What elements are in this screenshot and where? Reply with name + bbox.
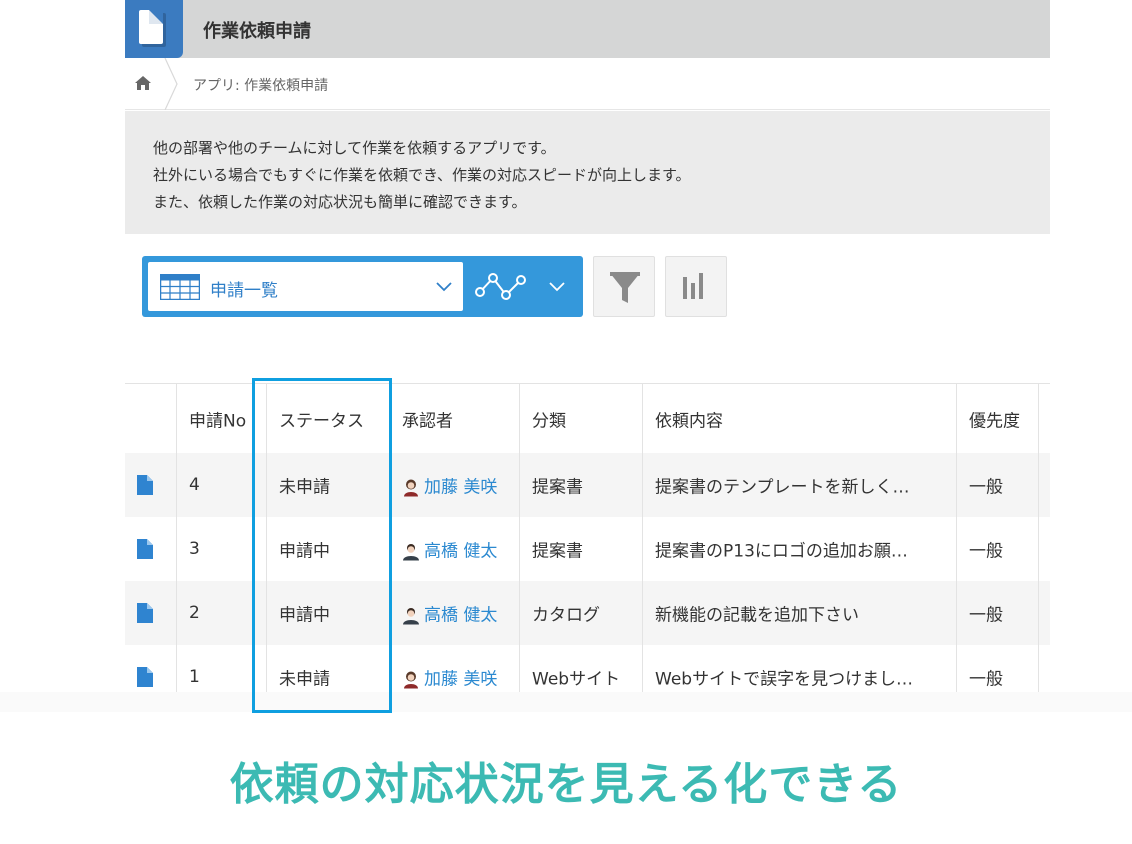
- status-column-highlight: [252, 378, 392, 713]
- record-detail-icon[interactable]: [137, 667, 153, 687]
- approver-link[interactable]: 高橋 健太: [402, 537, 497, 562]
- record-number: 2: [189, 603, 200, 623]
- record-detail-icon[interactable]: [137, 475, 153, 495]
- breadcrumb: アプリ: 作業依頼申請: [125, 58, 1050, 110]
- female-avatar-icon: [404, 479, 418, 497]
- request-content: 提案書のP13にロゴの追加お願…: [655, 541, 908, 562]
- approver-link[interactable]: 加藤 美咲: [402, 665, 497, 690]
- description-line: 他の部署や他のチームに対して作業を依頼するアプリです。: [153, 139, 556, 157]
- chevron-down-icon: [436, 282, 452, 292]
- record-detail-icon[interactable]: [137, 603, 153, 623]
- app-title: 作業依頼申請: [203, 21, 311, 42]
- app-icon[interactable]: [125, 0, 183, 58]
- header-label: 分類: [532, 411, 566, 431]
- feature-tagline: 依頼の対応状況を見える化できる: [229, 759, 903, 810]
- header-cell[interactable]: 優先度: [956, 384, 1038, 453]
- male-avatar-icon: [403, 544, 419, 561]
- approver-name: 加藤 美咲: [424, 477, 498, 498]
- approver-name: 高橋 健太: [424, 541, 498, 562]
- category-text: 提案書: [532, 541, 583, 562]
- breadcrumb-separator-icon: [164, 58, 178, 110]
- priority-text: 一般: [969, 541, 1003, 562]
- female-avatar-icon: [404, 671, 418, 689]
- request-content: 新機能の記載を追加下さい: [655, 605, 859, 626]
- header-cell[interactable]: 承認者: [389, 384, 519, 453]
- app-header: 作業依頼申請: [125, 0, 1050, 58]
- view-label: 申請一覧: [210, 281, 278, 301]
- male-avatar-icon: [403, 608, 419, 625]
- description-line: また、依頼した作業の対応状況も簡単に確認できます。: [153, 193, 527, 211]
- priority-text: 一般: [969, 605, 1003, 626]
- category-text: カタログ: [532, 605, 600, 626]
- priority-text: 一般: [969, 669, 1003, 690]
- category-text: Webサイト: [532, 669, 621, 690]
- record-number: 3: [189, 539, 200, 559]
- request-content: Webサイトで誤字を見つけまし…: [655, 669, 914, 690]
- approver-link[interactable]: 加藤 美咲: [402, 473, 497, 498]
- app-description: 他の部署や他のチームに対して作業を依頼するアプリです。 社外にいる場合でもすぐに…: [125, 111, 1050, 234]
- record-detail-icon[interactable]: [137, 539, 153, 559]
- header-label: 優先度: [969, 411, 1020, 431]
- header-cell: [125, 384, 176, 453]
- record-number: 1: [189, 667, 200, 687]
- view-selector: 申請一覧: [142, 256, 583, 317]
- header-cell[interactable]: 依頼内容: [642, 384, 956, 453]
- chevron-down-icon[interactable]: [548, 280, 566, 292]
- home-icon[interactable]: [125, 58, 165, 110]
- table-view-icon: [160, 274, 200, 300]
- bar-chart-icon: [683, 273, 703, 299]
- graph-button[interactable]: [665, 256, 727, 317]
- filter-icon: [610, 272, 640, 303]
- header-label: 依頼内容: [655, 411, 723, 431]
- approver-name: 高橋 健太: [424, 605, 498, 626]
- priority-text: 一般: [969, 477, 1003, 498]
- header-label: 承認者: [402, 411, 453, 431]
- approver-name: 加藤 美咲: [424, 669, 498, 690]
- request-content: 提案書のテンプレートを新しく…: [655, 477, 910, 498]
- header-label: 申請No: [189, 411, 247, 431]
- record-number: 4: [189, 475, 200, 495]
- header-cell[interactable]: 分類: [519, 384, 642, 453]
- header-cell: [1038, 384, 1050, 453]
- category-text: 提案書: [532, 477, 583, 498]
- breadcrumb-app-link[interactable]: アプリ: 作業依頼申請: [193, 75, 328, 95]
- graph-icon[interactable]: [475, 270, 529, 302]
- description-line: 社外にいる場合でもすぐに作業を依頼でき、作業の対応スピードが向上します。: [153, 166, 691, 184]
- approver-link[interactable]: 高橋 健太: [402, 601, 497, 626]
- view-dropdown[interactable]: 申請一覧: [148, 262, 463, 311]
- filter-button[interactable]: [593, 256, 655, 317]
